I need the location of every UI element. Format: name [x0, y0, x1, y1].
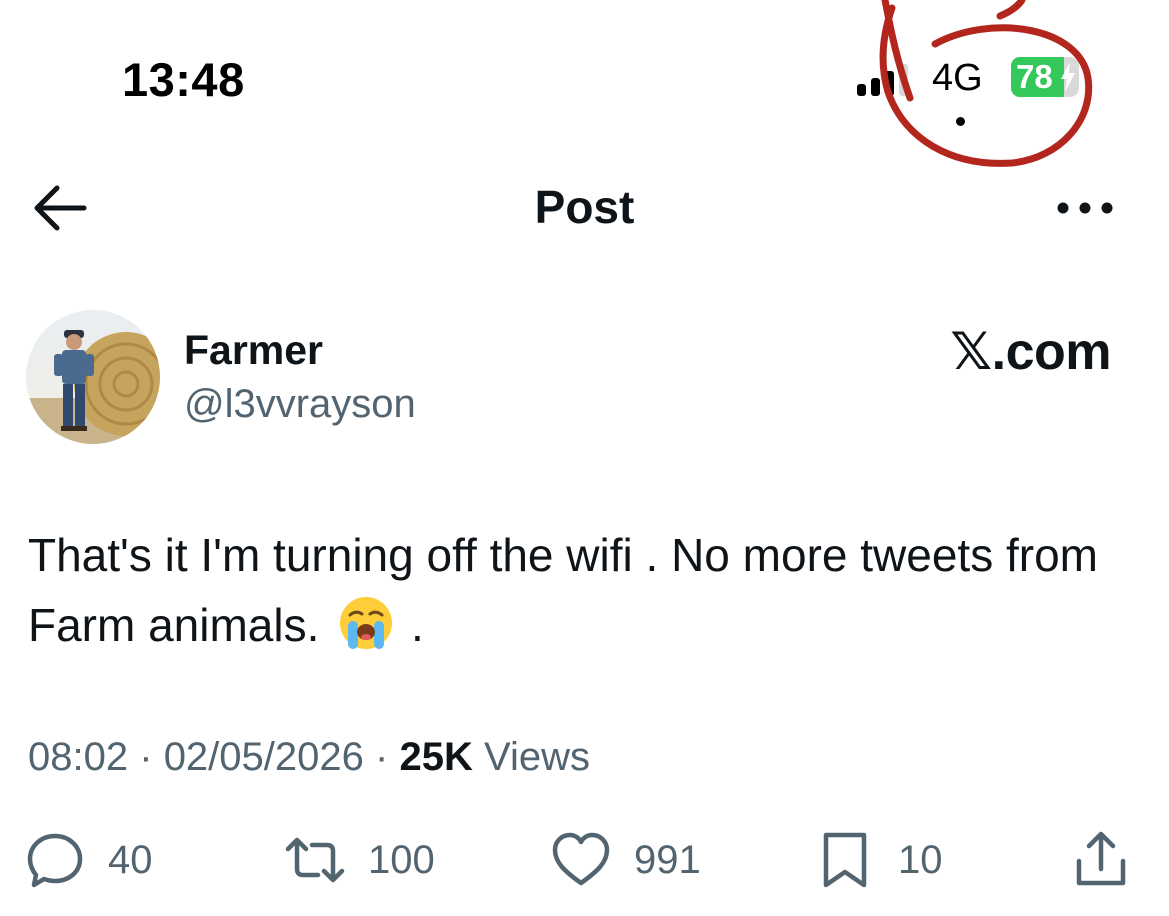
x-watermark: 𝕏.com	[950, 323, 1111, 381]
battery-percent: 78	[1016, 58, 1053, 95]
loudly-crying-face-emoji	[340, 597, 393, 649]
cellular-signal-icon	[857, 64, 908, 96]
network-type: 4G	[932, 57, 983, 99]
share-icon	[1076, 831, 1126, 886]
meta-separator: ·	[375, 735, 389, 779]
author-display-name[interactable]: Farmer	[184, 327, 323, 374]
tweet-meta: 08:02 · 02/05/2026 · 25K Views	[28, 735, 590, 780]
bookmark-icon	[823, 832, 867, 888]
tweet-text: That's it I'm turning off the wifi . No …	[28, 520, 1128, 660]
more-horizontal-icon	[1057, 202, 1113, 214]
meta-separator: ·	[139, 735, 153, 779]
location-dot	[956, 117, 965, 126]
reply-count: 40	[108, 837, 153, 882]
repost-button[interactable]: 100	[284, 828, 435, 892]
tweet-trailing: .	[410, 599, 424, 651]
repost-count: 100	[368, 837, 435, 882]
author-avatar[interactable]	[26, 310, 160, 444]
views-label: Views	[483, 735, 590, 779]
reply-icon	[27, 833, 83, 888]
bookmark-count: 10	[898, 837, 943, 882]
status-time: 13:48	[122, 53, 245, 106]
repost-icon	[285, 837, 345, 883]
like-count: 991	[634, 837, 701, 882]
heart-icon	[552, 832, 610, 886]
battery-indicator: 78	[1011, 57, 1079, 97]
views-count[interactable]: 25K	[399, 735, 472, 779]
more-options-button[interactable]	[1052, 192, 1118, 224]
like-button[interactable]: 991	[550, 828, 701, 892]
charging-bolt-icon	[1061, 62, 1075, 92]
tweet-date[interactable]: 02/05/2026	[164, 735, 364, 779]
author-handle[interactable]: @l3vvrayson	[184, 382, 416, 427]
page-title: Post	[534, 181, 635, 233]
bookmark-button[interactable]: 10	[814, 828, 943, 892]
tweet-body: That's it I'm turning off the wifi . No …	[28, 529, 1098, 651]
share-button[interactable]	[1070, 828, 1132, 892]
tweet-time[interactable]: 08:02	[28, 735, 128, 779]
reply-button[interactable]: 40	[24, 828, 153, 892]
